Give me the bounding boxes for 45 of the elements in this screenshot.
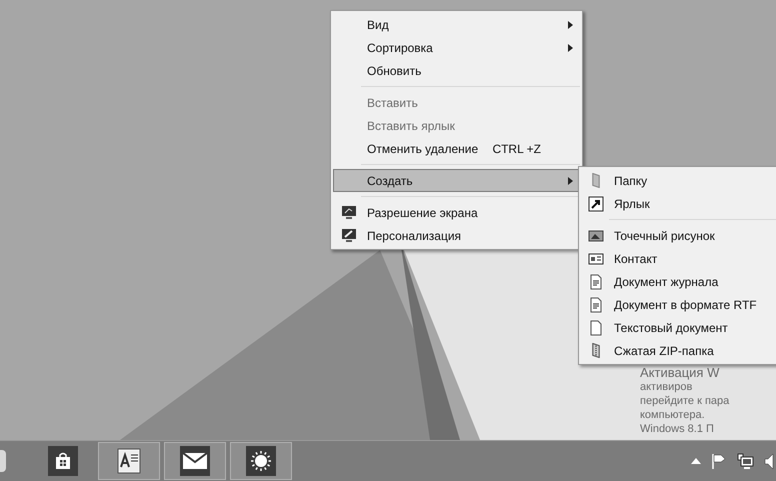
menu-item[interactable]: Вид [333, 13, 580, 36]
menu-item[interactable]: Документ журнала [581, 270, 776, 293]
activation-text: активиров [640, 380, 694, 394]
monitor-icon [341, 204, 357, 220]
windows-edition-text: Windows 8.1 П [640, 422, 715, 436]
contact-card-icon [588, 250, 604, 266]
document-icon [588, 296, 604, 312]
submenu-arrow-icon [568, 44, 572, 52]
monitor-icon [341, 228, 357, 244]
show-hidden-icons-icon[interactable] [691, 458, 701, 464]
document-icon [588, 320, 604, 336]
submenu-arrow-icon [568, 176, 572, 184]
menu-item[interactable]: Отменить удаление CTRL +Z [333, 137, 580, 160]
menu-item[interactable]: Точечный рисунок [581, 224, 776, 247]
menu-item[interactable]: Создать [333, 169, 580, 192]
app-icon[interactable] [0, 450, 6, 472]
sun-app-icon[interactable] [246, 446, 276, 476]
menu-item[interactable]: Сжатая ZIP-папка [581, 339, 776, 362]
menu-item[interactable]: Персонализация [333, 224, 580, 247]
menu-item[interactable]: Сортировка [333, 36, 580, 59]
taskbar-button[interactable] [230, 442, 292, 480]
reader-app-icon[interactable] [115, 447, 143, 475]
activation-text: перейдите к пара [640, 394, 730, 408]
taskbar-button[interactable] [164, 442, 226, 480]
menu-item[interactable]: Папку [581, 169, 776, 192]
submenu-arrow-icon [568, 20, 572, 28]
menu-item[interactable]: Документ в формате RTF [581, 293, 776, 316]
flag-icon[interactable] [711, 453, 727, 469]
menu-item[interactable]: Разрешение экрана [333, 201, 580, 224]
zip-folder-icon [592, 343, 600, 358]
document-icon [588, 274, 604, 290]
image-file-icon [588, 228, 604, 244]
network-monitor-icon[interactable] [737, 452, 754, 470]
activation-text: Активация W [640, 366, 720, 380]
folder-icon [592, 173, 600, 188]
taskbar-button[interactable] [98, 442, 160, 480]
activation-text: компьютера. [640, 408, 706, 422]
mail-app-icon[interactable] [180, 446, 210, 476]
menu-item[interactable]: Контакт [581, 247, 776, 270]
menu-item[interactable]: Обновить [333, 59, 580, 82]
menu-item[interactable]: Ярлык [581, 192, 776, 215]
speaker-icon[interactable] [764, 452, 774, 470]
shortcut-text: CTRL +Z [492, 140, 541, 158]
menu-item[interactable]: Текстовый документ [581, 316, 776, 339]
store-app-icon[interactable] [48, 446, 78, 476]
